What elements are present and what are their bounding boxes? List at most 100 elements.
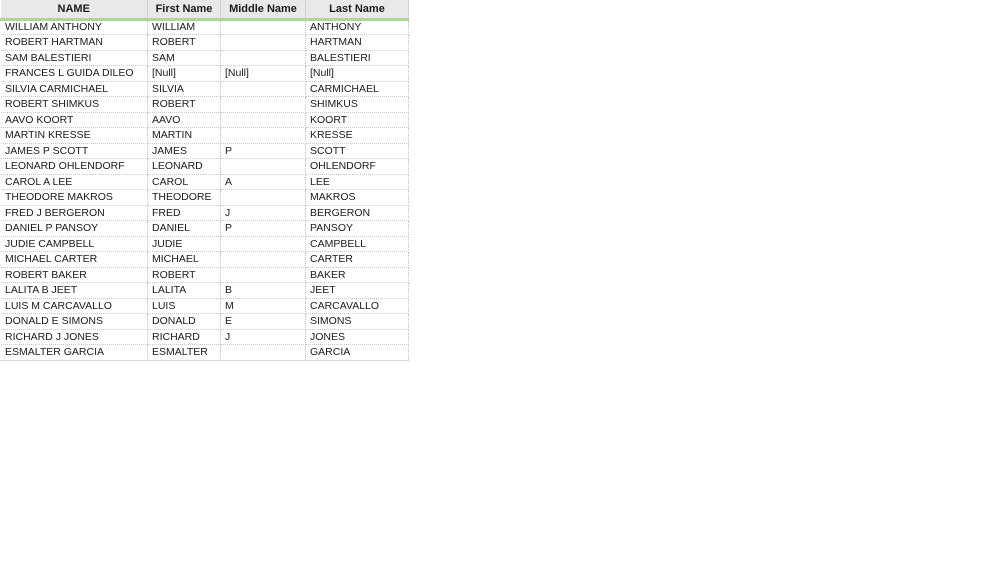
cell-name[interactable]: ROBERT BAKER [0,267,148,283]
column-header-name[interactable]: NAME [0,0,148,21]
cell-middle[interactable]: [Null] [220,65,306,82]
cell-middle[interactable] [220,112,306,128]
cell-middle[interactable] [220,236,306,252]
cell-name[interactable]: RICHARD J JONES [0,329,148,345]
cell-middle[interactable]: J [220,329,306,345]
table-row[interactable]: CAROL A LEE CAROL A LEE [0,174,409,190]
table-row[interactable]: LUIS M CARCAVALLO LUIS M CARCAVALLO [0,298,409,314]
table-row[interactable]: WILLIAM ANTHONY WILLIAM ANTHONY [0,19,409,35]
cell-middle[interactable]: J [220,205,306,221]
cell-first[interactable]: MARTIN [147,127,221,144]
cell-last[interactable]: KOORT [305,112,409,128]
cell-first[interactable]: ESMALTER [147,344,221,361]
cell-first[interactable]: JUDIE [147,236,221,252]
table-row[interactable]: FRANCES L GUIDA DILEO [Null] [Null] [Null] [0,65,409,82]
cell-middle[interactable] [220,344,306,361]
column-header-last-name[interactable]: Last Name [305,0,409,21]
table-row[interactable]: THEODORE MAKROS THEODORE MAKROS [0,189,409,206]
cell-last[interactable]: CAMPBELL [305,236,409,252]
cell-last[interactable]: GARCIA [305,344,409,361]
cell-last[interactable]: SCOTT [305,143,409,159]
cell-last[interactable]: JEET [305,282,409,299]
table-row[interactable]: DONALD E SIMONS DONALD E SIMONS [0,313,409,330]
table-row[interactable]: ROBERT HARTMAN ROBERT HARTMAN [0,34,409,51]
cell-first[interactable]: ROBERT [147,96,221,113]
cell-name[interactable]: SAM BALESTIERI [0,50,148,66]
cell-last[interactable]: CARTER [305,251,409,268]
cell-first[interactable]: THEODORE [147,189,221,206]
cell-name[interactable]: THEODORE MAKROS [0,189,148,206]
cell-middle[interactable]: M [220,298,306,314]
cell-first[interactable]: ROBERT [147,267,221,283]
cell-name[interactable]: ROBERT SHIMKUS [0,96,148,113]
cell-middle[interactable] [220,19,306,35]
cell-middle[interactable]: A [220,174,306,190]
cell-name[interactable]: LALITA B JEET [0,282,148,299]
cell-last[interactable]: SIMONS [305,313,409,330]
cell-last[interactable]: CARCAVALLO [305,298,409,314]
cell-first[interactable]: SAM [147,50,221,66]
table-row[interactable]: ROBERT BAKER ROBERT BAKER [0,267,409,283]
table-row[interactable]: LEONARD OHLENDORF LEONARD OHLENDORF [0,158,409,175]
cell-last[interactable]: LEE [305,174,409,190]
cell-first[interactable]: LALITA [147,282,221,299]
table-row[interactable]: SAM BALESTIERI SAM BALESTIERI [0,50,409,66]
cell-last[interactable]: SHIMKUS [305,96,409,113]
cell-first[interactable]: JAMES [147,143,221,159]
table-row[interactable]: SILVIA CARMICHAEL SILVIA CARMICHAEL [0,81,409,97]
cell-middle[interactable] [220,251,306,268]
cell-first[interactable]: SILVIA [147,81,221,97]
cell-first[interactable]: RICHARD [147,329,221,345]
column-header-middle-name[interactable]: Middle Name [220,0,306,21]
cell-first[interactable]: CAROL [147,174,221,190]
table-row[interactable]: JAMES P SCOTT JAMES P SCOTT [0,143,409,159]
cell-name[interactable]: JAMES P SCOTT [0,143,148,159]
cell-middle[interactable]: B [220,282,306,299]
cell-last[interactable]: HARTMAN [305,34,409,51]
cell-middle[interactable] [220,158,306,175]
table-row[interactable]: FRED J BERGERON FRED J BERGERON [0,205,409,221]
column-header-first-name[interactable]: First Name [147,0,221,21]
cell-first[interactable]: [Null] [147,65,221,82]
cell-name[interactable]: CAROL A LEE [0,174,148,190]
table-row[interactable]: MICHAEL CARTER MICHAEL CARTER [0,251,409,268]
cell-middle[interactable] [220,127,306,144]
cell-last[interactable]: BAKER [305,267,409,283]
cell-middle[interactable]: E [220,313,306,330]
cell-middle[interactable] [220,189,306,206]
cell-name[interactable]: LUIS M CARCAVALLO [0,298,148,314]
cell-name[interactable]: LEONARD OHLENDORF [0,158,148,175]
cell-name[interactable]: FRED J BERGERON [0,205,148,221]
cell-name[interactable]: JUDIE CAMPBELL [0,236,148,252]
cell-name[interactable]: AAVO KOORT [0,112,148,128]
table-row[interactable]: ROBERT SHIMKUS ROBERT SHIMKUS [0,96,409,113]
cell-name[interactable]: WILLIAM ANTHONY [0,19,148,35]
cell-first[interactable]: DONALD [147,313,221,330]
cell-name[interactable]: DANIEL P PANSOY [0,220,148,237]
table-row[interactable]: RICHARD J JONES RICHARD J JONES [0,329,409,345]
cell-first[interactable]: MICHAEL [147,251,221,268]
cell-last[interactable]: KRESSE [305,127,409,144]
table-row[interactable]: JUDIE CAMPBELL JUDIE CAMPBELL [0,236,409,252]
cell-last[interactable]: OHLENDORF [305,158,409,175]
cell-middle[interactable]: P [220,220,306,237]
table-row[interactable]: ESMALTER GARCIA ESMALTER GARCIA [0,344,409,361]
cell-last[interactable]: CARMICHAEL [305,81,409,97]
cell-last[interactable]: [Null] [305,65,409,82]
cell-middle[interactable] [220,96,306,113]
cell-middle[interactable]: P [220,143,306,159]
cell-last[interactable]: PANSOY [305,220,409,237]
cell-name[interactable]: ESMALTER GARCIA [0,344,148,361]
cell-middle[interactable] [220,267,306,283]
cell-middle[interactable] [220,50,306,66]
table-row[interactable]: LALITA B JEET LALITA B JEET [0,282,409,299]
cell-first[interactable]: WILLIAM [147,19,221,35]
table-row[interactable]: AAVO KOORT AAVO KOORT [0,112,409,128]
cell-middle[interactable] [220,81,306,97]
cell-name[interactable]: MARTIN KRESSE [0,127,148,144]
table-row[interactable]: DANIEL P PANSOY DANIEL P PANSOY [0,220,409,237]
table-row[interactable]: MARTIN KRESSE MARTIN KRESSE [0,127,409,144]
cell-last[interactable]: ANTHONY [305,19,409,35]
cell-name[interactable]: MICHAEL CARTER [0,251,148,268]
cell-name[interactable]: FRANCES L GUIDA DILEO [0,65,148,82]
